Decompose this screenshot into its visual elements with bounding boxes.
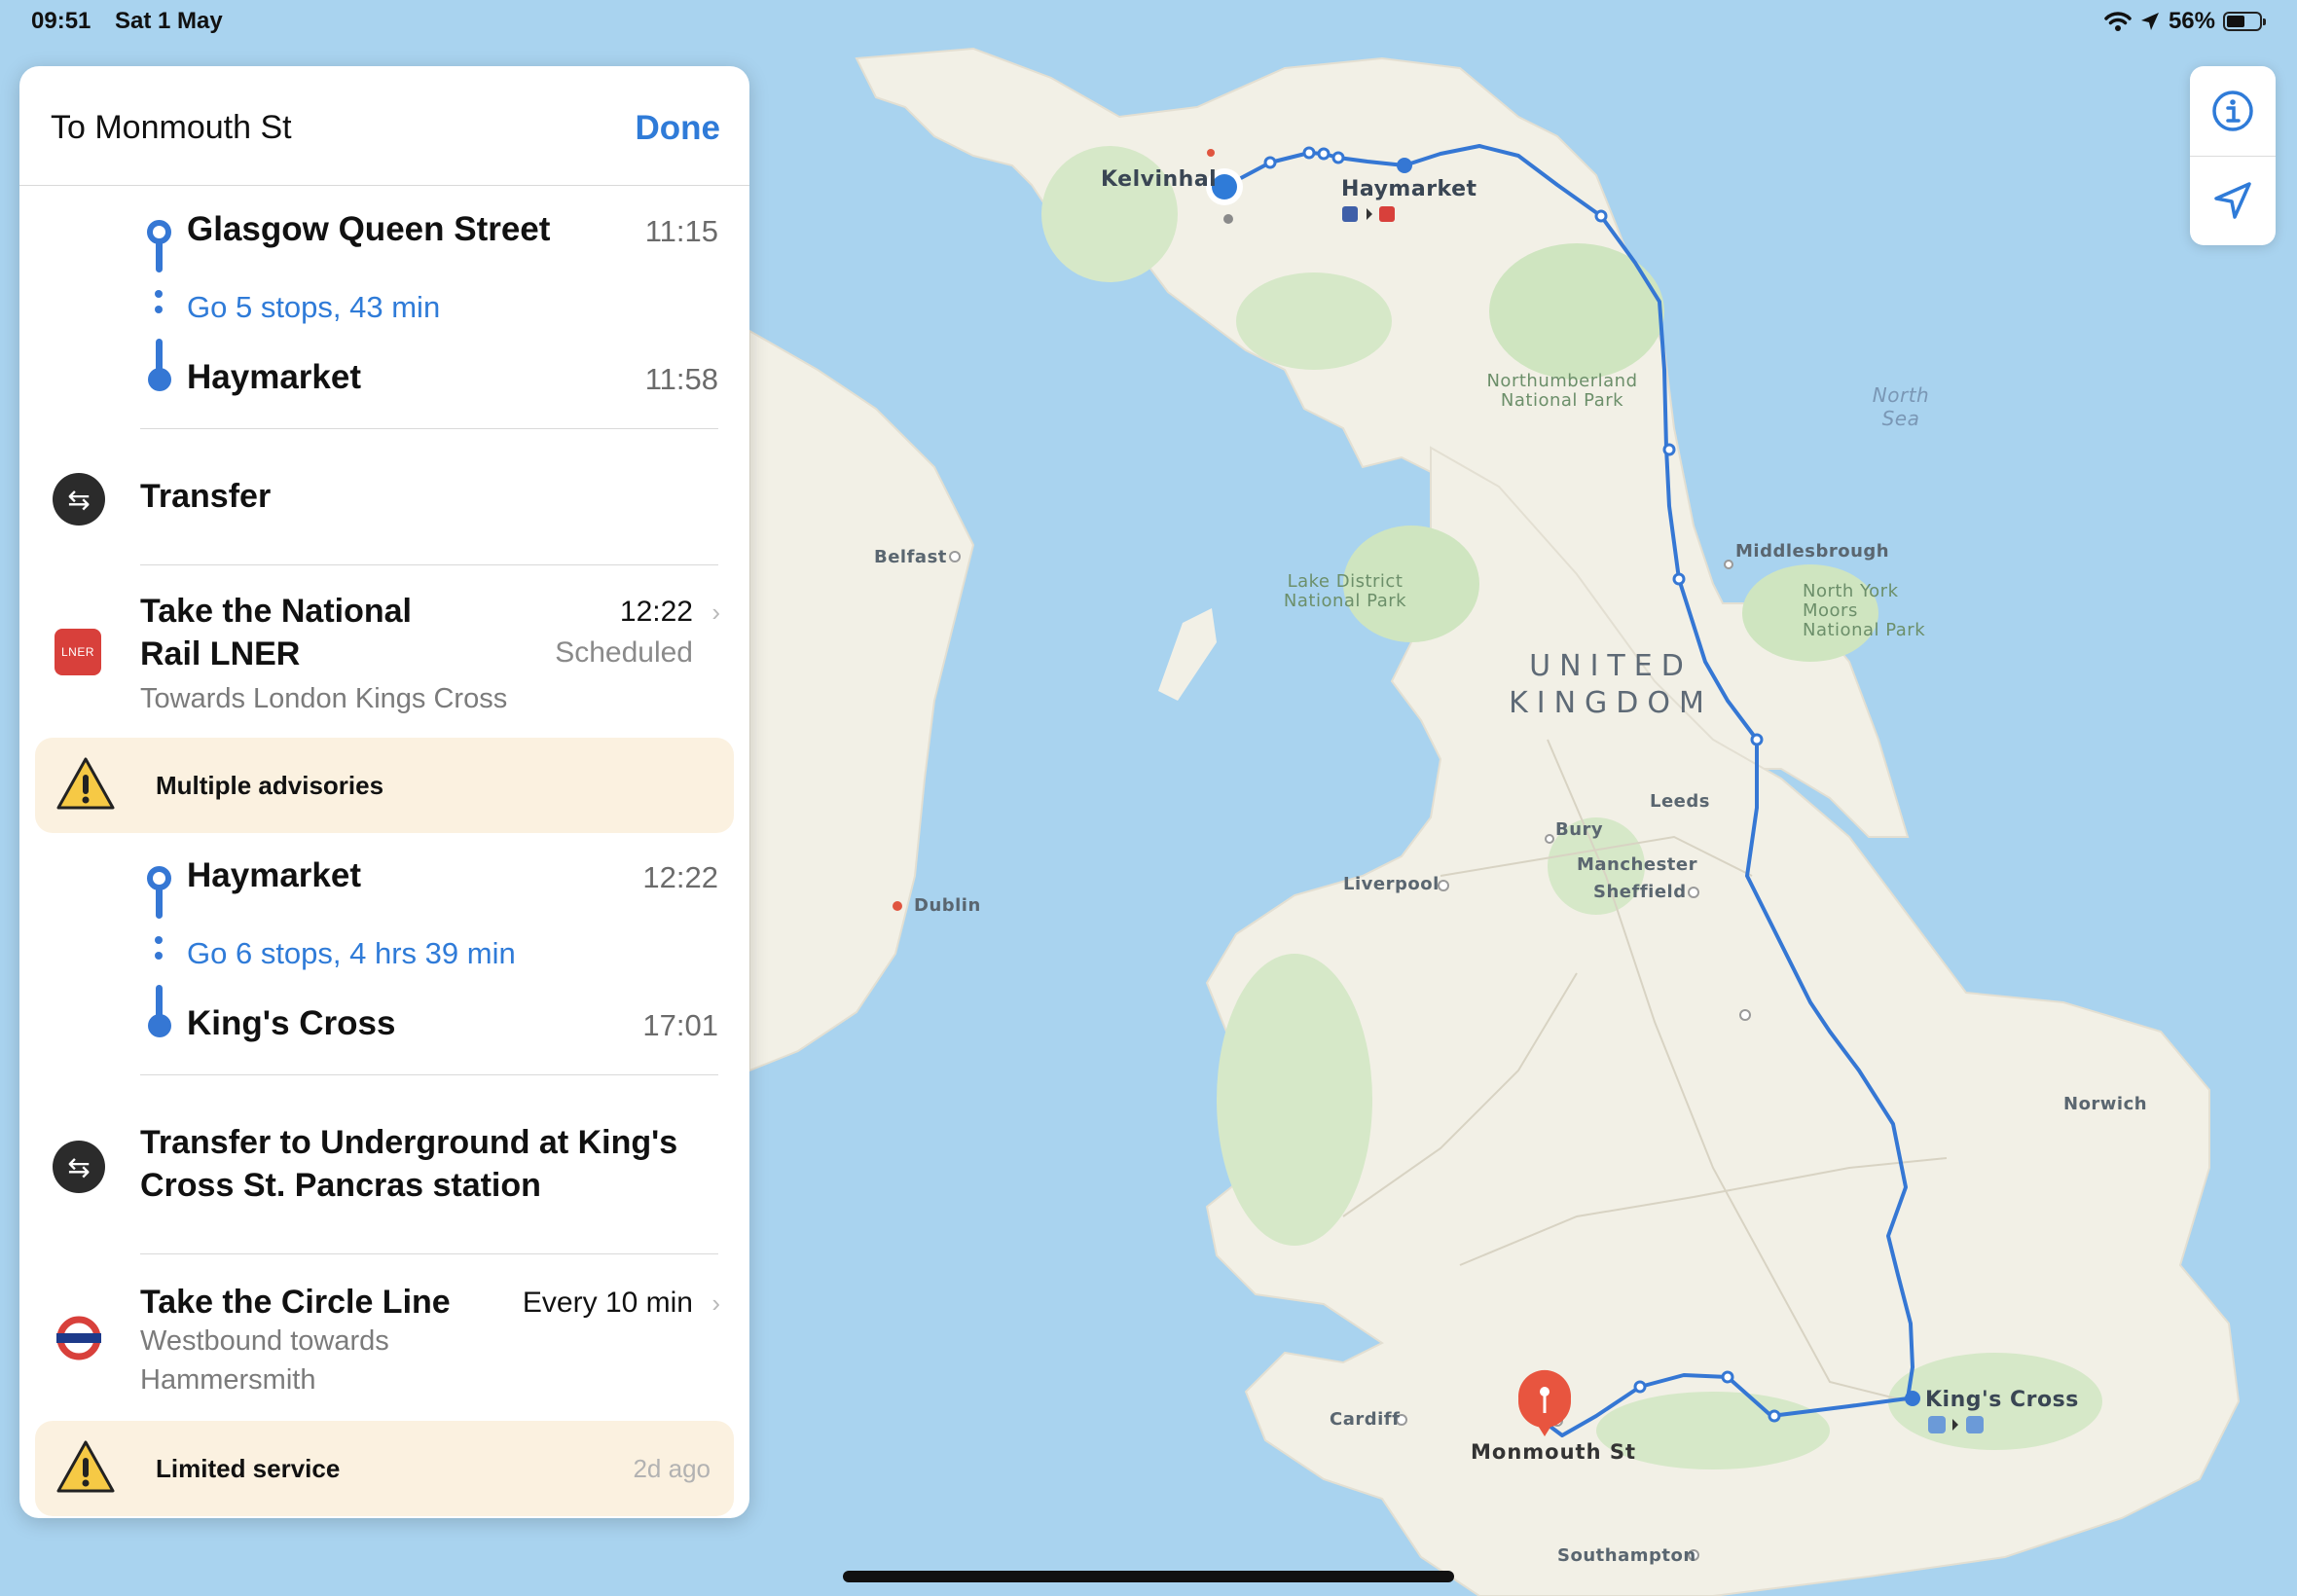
locate-me-button[interactable] xyxy=(2190,156,2276,245)
map-label-north-york: North York Moors National Park xyxy=(1803,581,1926,640)
map-label-dublin: Dublin xyxy=(914,895,981,916)
tube-direction: Westbound towards Hammersmith xyxy=(140,1325,389,1396)
park-wales xyxy=(1217,954,1372,1246)
chevron-right-icon: › xyxy=(711,598,720,627)
chevron-right-icon: › xyxy=(711,1288,720,1318)
advisory-multiple[interactable]: Multiple advisories xyxy=(35,738,734,833)
location-services-icon xyxy=(2140,13,2159,30)
divider xyxy=(140,1253,718,1254)
warning-icon xyxy=(56,1440,115,1493)
stop-haymarket: Haymarket xyxy=(187,856,361,894)
park-northumberland xyxy=(1489,243,1664,380)
battery-icon xyxy=(2223,12,2266,31)
map-label-united-kingdom: UNITED KINGDOM xyxy=(1509,649,1713,720)
route-dots xyxy=(155,936,163,967)
map-label-leeds: Leeds xyxy=(1650,791,1710,812)
stops-expand-link[interactable]: Go 5 stops, 43 min xyxy=(187,290,440,325)
advisory-label: Multiple advisories xyxy=(156,771,384,800)
stop-time: 12:22 xyxy=(642,860,718,894)
haymarket-station-dot xyxy=(1397,158,1412,173)
map-label-sheffield: Sheffield xyxy=(1593,882,1687,902)
lner-logo-icon: LNER xyxy=(55,629,101,675)
wifi-icon xyxy=(2104,12,2132,31)
stop-time: 17:01 xyxy=(642,1008,718,1042)
train-departure-time: 12:22 xyxy=(619,596,693,628)
advisory-limited-service[interactable]: Limited service 2d ago xyxy=(35,1421,734,1516)
route-end-dot xyxy=(148,1014,171,1037)
map-controls xyxy=(2190,66,2276,245)
status-time: 09:51 xyxy=(31,8,91,34)
park-scotland-1 xyxy=(1041,146,1178,282)
stop-haymarket: Haymarket xyxy=(187,358,361,396)
transfer-underground-label: Transfer to Underground at King's Cross S… xyxy=(140,1124,678,1204)
train-title: Take the National Rail LNER xyxy=(140,593,412,672)
divider xyxy=(140,564,718,565)
tube-title: Take the Circle Line xyxy=(140,1284,451,1321)
divider xyxy=(140,1074,718,1075)
status-date: Sat 1 May xyxy=(115,8,223,34)
map-label-northumberland: Northumberland National Park xyxy=(1486,371,1638,411)
map-label-kings-cross: King's Cross xyxy=(1925,1388,2079,1412)
map-label-lake-district: Lake District National Park xyxy=(1283,571,1407,611)
map-label-liverpool: Liverpool xyxy=(1343,874,1440,894)
haymarket-badge-scotrail xyxy=(1342,206,1358,222)
tube-frequency: Every 10 min xyxy=(522,1287,693,1319)
info-button[interactable] xyxy=(2190,66,2276,156)
park-scotland-2 xyxy=(1236,272,1392,370)
map-label-haymarket: Haymarket xyxy=(1341,177,1477,201)
advisory-time: 2d ago xyxy=(633,1454,711,1483)
warning-icon xyxy=(56,757,115,810)
haymarket-badge-lner xyxy=(1379,206,1395,222)
map-label-north-sea: North Sea xyxy=(1872,383,1930,430)
transfer-icon: ⇆ xyxy=(53,1141,105,1193)
map-label-cardiff: Cardiff xyxy=(1330,1409,1401,1430)
battery-percent: 56% xyxy=(2168,8,2215,34)
transfer-label: Transfer xyxy=(140,478,272,515)
advisory-label: Limited service xyxy=(156,1454,341,1483)
underground-roundel-icon xyxy=(56,1316,101,1360)
stop-kings-cross: King's Cross xyxy=(187,1004,396,1042)
map-label-southampton: Southampton xyxy=(1557,1545,1696,1566)
map-label-belfast: Belfast xyxy=(874,547,947,567)
map-label-kelvinhall: Kelvinhal xyxy=(1101,167,1218,192)
tube-row[interactable]: Take the Circle Line Westbound towards Ha… xyxy=(19,66,749,1396)
map-label-manchester: Manchester xyxy=(1577,854,1697,875)
map-label-middlesbrough: Middlesbrough xyxy=(1735,541,1890,562)
home-indicator[interactable] xyxy=(843,1571,1454,1582)
train-status: Scheduled xyxy=(555,636,693,669)
stop-time: 11:58 xyxy=(644,362,718,396)
info-icon xyxy=(2212,91,2253,131)
location-arrow-icon xyxy=(2214,182,2251,219)
route-dots xyxy=(155,290,163,321)
stops-expand-link[interactable]: Go 6 stops, 4 hrs 39 min xyxy=(187,936,516,971)
train-direction: Towards London Kings Cross xyxy=(140,683,508,714)
map-label-norwich: Norwich xyxy=(2063,1094,2148,1114)
transfer-icon: ⇆ xyxy=(53,473,105,526)
route-end-dot xyxy=(148,368,171,391)
kings-cross-station-dot xyxy=(1905,1391,1920,1406)
map-label-monmouth[interactable]: Monmouth St xyxy=(1471,1440,1636,1464)
map-label-bury: Bury xyxy=(1555,819,1604,840)
status-indicators: 56% xyxy=(2104,8,2266,35)
directions-panel[interactable]: To Monmouth St Done Glasgow Queen Street… xyxy=(19,66,749,1518)
divider xyxy=(140,428,718,429)
